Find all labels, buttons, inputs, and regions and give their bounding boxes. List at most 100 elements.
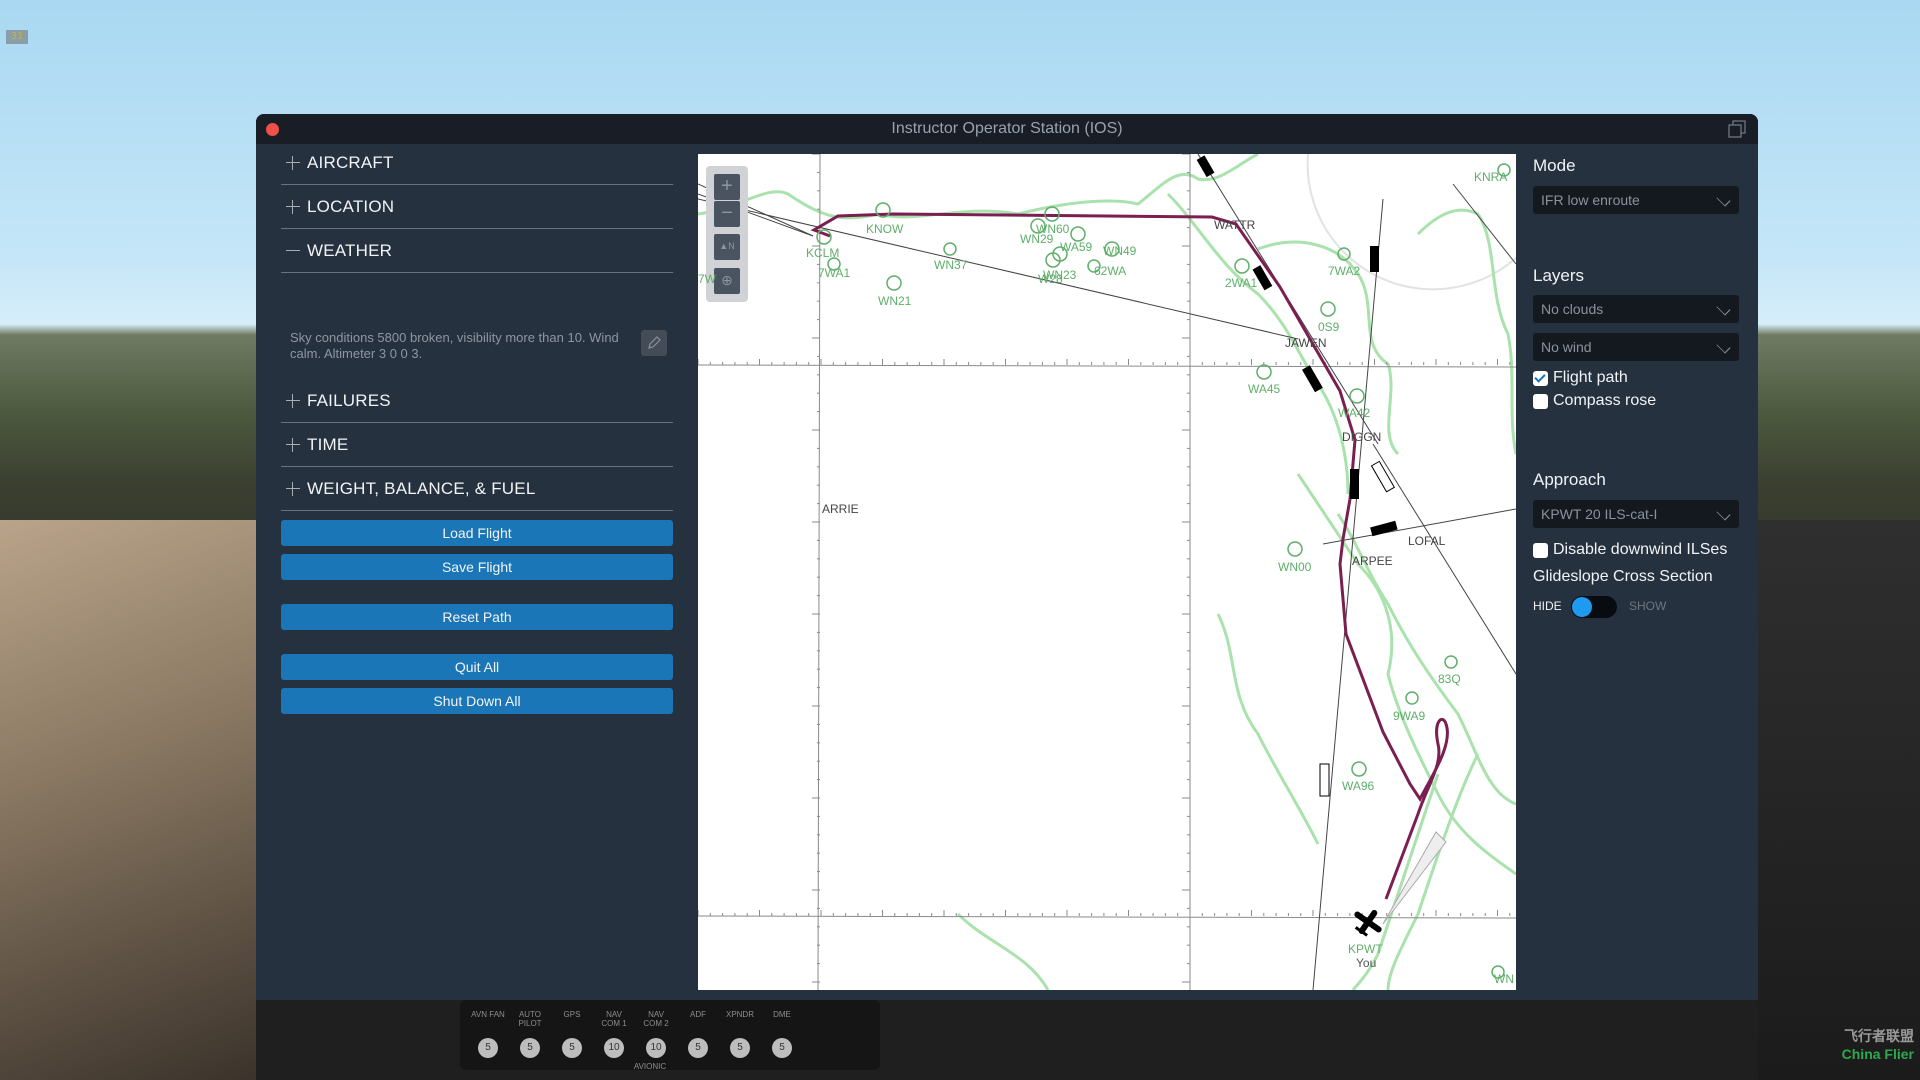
airport-label: 2WA1 — [1225, 276, 1258, 290]
airport-label: 62WA — [1094, 264, 1127, 278]
airway-shield — [1302, 365, 1323, 393]
checkbox-label: Flight path — [1553, 369, 1628, 386]
chevron-down-icon — [1716, 339, 1731, 354]
chevron-down-icon — [1716, 192, 1731, 207]
airport-label: 83Q — [1438, 672, 1461, 686]
ios-window: Instructor Operator Station (IOS) AIRCRA… — [256, 114, 1758, 1000]
airport-label: WA42 — [1338, 406, 1371, 420]
expand-icon — [286, 156, 300, 170]
avionics-label: AVIONIC — [633, 1062, 667, 1071]
airport-label: KCLM — [806, 246, 840, 260]
section-time[interactable]: TIME — [281, 426, 673, 467]
weather-summary: Sky conditions 5800 broken, visibility m… — [290, 330, 619, 361]
checkbox-unchecked-icon[interactable] — [1533, 543, 1548, 558]
expand-icon — [286, 394, 300, 408]
zoom-out-button[interactable]: − — [714, 201, 740, 227]
mode-value: IFR low enroute — [1541, 192, 1640, 208]
airport-label: KNOW — [866, 222, 904, 236]
breaker-switch[interactable]: 5 — [478, 1038, 498, 1058]
breaker-switch[interactable]: 10 — [604, 1038, 624, 1058]
section-failures[interactable]: FAILURES — [281, 382, 673, 423]
clouds-select[interactable]: No clouds — [1533, 295, 1739, 323]
section-label: AIRCRAFT — [307, 153, 394, 172]
checkbox-label: Compass rose — [1553, 392, 1657, 409]
section-location[interactable]: LOCATION — [281, 188, 673, 229]
airport-label: 7WA2 — [1328, 264, 1361, 278]
north-up-button[interactable]: ▲N — [714, 234, 740, 260]
crosshair-icon: ⊕ — [721, 272, 733, 288]
watermark-en: China Flier — [1841, 1046, 1914, 1062]
left-panel: AIRCRAFT LOCATION WEATHER Sky conditions… — [256, 144, 698, 1000]
edit-weather-button[interactable] — [641, 330, 667, 356]
center-on-aircraft-button[interactable]: ⊕ — [714, 268, 740, 294]
airport-label: KNRA — [1474, 170, 1508, 184]
wind-select[interactable]: No wind — [1533, 333, 1739, 361]
own-airport-label: KPWT — [1348, 942, 1383, 956]
fix-label: ARPEE — [1352, 554, 1393, 568]
cockpit-yoke-area — [0, 520, 256, 1080]
approach-heading: Approach — [1533, 470, 1606, 489]
quit-all-button[interactable]: Quit All — [281, 654, 673, 680]
breaker-label: NAV COM 1 — [601, 1010, 627, 1028]
checkbox-unchecked-icon[interactable] — [1533, 394, 1548, 409]
mode-select[interactable]: IFR low enroute — [1533, 186, 1739, 214]
section-label: LOCATION — [307, 197, 395, 216]
fix-label: ARRIE — [822, 502, 859, 516]
watermark: 飞行者联盟 China Flier — [1842, 1026, 1914, 1062]
reset-path-button[interactable]: Reset Path — [281, 604, 673, 630]
watermark-cn: 飞行者联盟 — [1844, 1028, 1914, 1044]
glideslope-toggle-row: HIDE SHOW — [1533, 594, 1743, 620]
airport-label: WA59 — [1060, 240, 1093, 254]
breaker-switch[interactable]: 10 — [646, 1038, 666, 1058]
expand-icon — [286, 438, 300, 452]
airway-shield — [1196, 155, 1215, 178]
airway-shields — [1196, 155, 1398, 797]
checkbox-label: Disable downwind ILSes — [1553, 541, 1728, 558]
shut-down-all-button[interactable]: Shut Down All — [281, 688, 673, 714]
clouds-value: No clouds — [1541, 301, 1604, 317]
chevron-down-icon — [1716, 506, 1731, 521]
glideslope-toggle[interactable] — [1571, 596, 1617, 618]
airport-label: WN — [1494, 972, 1514, 986]
airway-shield — [1370, 246, 1379, 272]
right-panel: Mode IFR low enroute Layers No clouds No… — [1516, 144, 1758, 1000]
breaker-label: NAV COM 2 — [643, 1010, 669, 1028]
breaker-switch[interactable]: 5 — [772, 1038, 792, 1058]
airway-shield — [1370, 460, 1396, 493]
section-aircraft[interactable]: AIRCRAFT — [281, 144, 673, 185]
breaker-switch[interactable]: 5 — [688, 1038, 708, 1058]
airport-label: WA96 — [1342, 779, 1375, 793]
airport-label: 9WA9 — [1393, 709, 1426, 723]
airway-shield — [1350, 469, 1359, 499]
popout-window-icon[interactable] — [1728, 120, 1746, 138]
section-weather[interactable]: WEATHER — [281, 232, 673, 273]
airport-label: 7WA1 — [818, 266, 851, 280]
approach-value: KPWT 20 ILS-cat-I — [1541, 506, 1658, 522]
hud-counter: 31 — [6, 30, 28, 44]
toggle-knob[interactable] — [1572, 597, 1592, 617]
airport-label: WN37 — [934, 258, 968, 272]
load-flight-button[interactable]: Load Flight — [281, 520, 673, 546]
breaker-label: ADF — [690, 1010, 706, 1019]
airport-label: WN29 — [1020, 232, 1054, 246]
breaker-switch[interactable]: 5 — [562, 1038, 582, 1058]
breaker-switch[interactable]: 5 — [520, 1038, 540, 1058]
section-weight-balance-fuel[interactable]: WEIGHT, BALANCE, & FUEL — [281, 470, 673, 511]
expand-icon — [286, 200, 300, 214]
section-label: WEIGHT, BALANCE, & FUEL — [307, 479, 536, 498]
airport-label: WA45 — [1248, 382, 1281, 396]
section-label: FAILURES — [307, 391, 391, 410]
zoom-in-button[interactable]: + — [714, 174, 740, 200]
checkbox-checked-icon[interactable] — [1533, 371, 1548, 386]
breaker-label: AUTO PILOT — [518, 1010, 542, 1028]
ifr-map[interactable]: + − ▲N ⊕ KCLM 7WA1 KNOW WN21 WN37 WN60 W… — [698, 154, 1516, 990]
save-flight-button[interactable]: Save Flight — [281, 554, 673, 580]
fix-label: WATTR — [1214, 218, 1256, 232]
airport-label: W28 — [1038, 272, 1063, 286]
breaker-switch[interactable]: 5 — [730, 1038, 750, 1058]
approach-select[interactable]: KPWT 20 ILS-cat-I — [1533, 500, 1739, 528]
mode-heading: Mode — [1533, 156, 1576, 175]
north-arrow-icon: ▲ — [719, 241, 729, 251]
title-bar[interactable]: Instructor Operator Station (IOS) — [256, 114, 1758, 144]
own-ship-label: You — [1356, 956, 1377, 970]
